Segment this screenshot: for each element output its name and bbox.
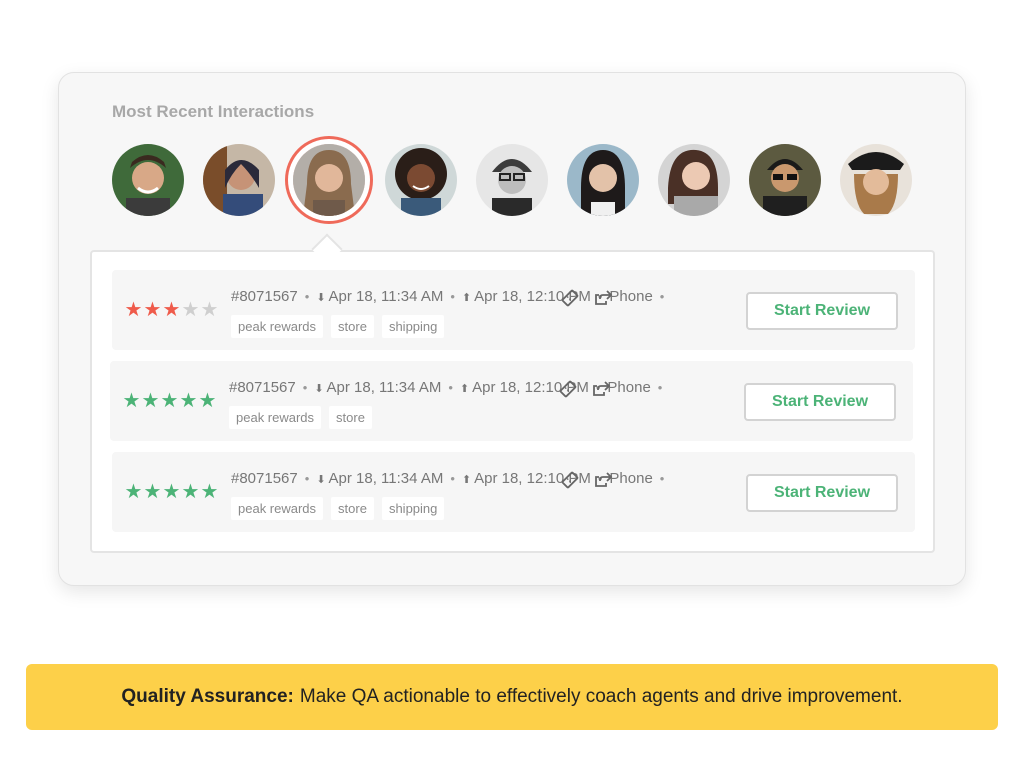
star-icon: ★ <box>124 481 143 503</box>
star-icon: ★ <box>181 481 200 503</box>
separator-dot: • <box>659 289 665 304</box>
interaction-row[interactable]: ★★★★★ #8071567 • ⬇ Apr 18, 11:34 AM • ⬆ Apr 18,… <box>112 270 915 350</box>
share-icon[interactable] <box>593 470 613 490</box>
star-icon: ★ <box>181 299 200 321</box>
tag[interactable]: shipping <box>381 315 445 338</box>
row-actions <box>560 288 620 308</box>
arrow-down-icon: ⬇ <box>316 474 326 486</box>
ticket-icon[interactable] <box>558 379 578 399</box>
star-rating: ★★★★★ <box>124 482 219 502</box>
avatar[interactable] <box>385 144 457 216</box>
banner: Quality Assurance: Make QA actionable to… <box>26 664 998 730</box>
interaction-id: #8071567 <box>231 470 298 487</box>
tag-list: peak rewards store shipping <box>231 497 452 520</box>
row-actions <box>558 379 618 399</box>
avatar[interactable] <box>203 144 275 216</box>
star-icon: ★ <box>122 390 141 412</box>
star-icon: ★ <box>162 299 181 321</box>
avatar[interactable] <box>476 144 548 216</box>
tag-list: peak rewards store shipping <box>231 315 452 338</box>
start-review-button[interactable]: Start Review <box>746 474 898 512</box>
row-actions <box>560 470 620 490</box>
avatar[interactable] <box>658 144 730 216</box>
share-icon[interactable] <box>593 288 613 308</box>
separator-dot: • <box>657 380 663 395</box>
separator-dot: • <box>448 380 453 395</box>
tag[interactable]: shipping <box>381 497 445 520</box>
start-review-button[interactable]: Start Review <box>744 383 896 421</box>
arrow-up-icon: ⬆ <box>461 292 472 304</box>
received-time: Apr 18, 11:34 AM <box>326 379 442 396</box>
separator-dot: • <box>302 380 308 395</box>
avatar-selected[interactable] <box>293 144 365 216</box>
share-icon[interactable] <box>591 379 611 399</box>
star-icon: ★ <box>200 299 219 321</box>
tag[interactable]: peak rewards <box>231 315 324 338</box>
banner-title: Quality Assurance: <box>121 686 294 707</box>
arrow-down-icon: ⬇ <box>316 292 326 304</box>
tag[interactable]: store <box>331 497 374 520</box>
tag-list: peak rewards store <box>229 406 380 429</box>
tag[interactable]: peak rewards <box>229 406 322 429</box>
star-icon: ★ <box>141 390 160 412</box>
separator-dot: • <box>304 471 310 486</box>
star-icon: ★ <box>124 299 143 321</box>
ticket-icon[interactable] <box>560 470 580 490</box>
arrow-up-icon: ⬆ <box>461 474 472 486</box>
section-title: Most Recent Interactions <box>112 102 315 121</box>
banner-text: Make QA actionable to effectively coach … <box>299 686 903 707</box>
star-icon: ★ <box>200 481 219 503</box>
ticket-icon[interactable] <box>560 288 580 308</box>
interaction-row[interactable]: ★★★★★ #8071567 • ⬇ Apr 18, 11:34 AM • ⬆ Apr 18,… <box>112 452 915 532</box>
star-icon: ★ <box>160 390 179 412</box>
avatar[interactable] <box>749 144 821 216</box>
star-rating: ★★★★★ <box>122 391 217 411</box>
tag[interactable]: peak rewards <box>231 497 324 520</box>
start-review-button[interactable]: Start Review <box>746 292 898 330</box>
star-icon: ★ <box>143 299 162 321</box>
separator-dot: • <box>450 289 455 304</box>
separator-dot: • <box>304 289 310 304</box>
star-icon: ★ <box>198 390 217 412</box>
arrow-up-icon: ⬆ <box>459 383 470 395</box>
received-time: Apr 18, 11:34 AM <box>328 288 444 305</box>
arrow-down-icon: ⬇ <box>314 383 324 395</box>
separator-dot: • <box>659 471 665 486</box>
received-time: Apr 18, 11:34 AM <box>328 470 444 487</box>
interaction-id: #8071567 <box>229 379 296 396</box>
star-icon: ★ <box>143 481 162 503</box>
avatar[interactable] <box>840 144 912 216</box>
star-rating: ★★★★★ <box>124 300 219 320</box>
tag[interactable]: store <box>331 315 374 338</box>
avatar[interactable] <box>112 144 184 216</box>
star-icon: ★ <box>162 481 181 503</box>
interaction-id: #8071567 <box>231 288 298 305</box>
tag[interactable]: store <box>329 406 372 429</box>
star-icon: ★ <box>179 390 198 412</box>
avatar[interactable] <box>567 144 639 216</box>
separator-dot: • <box>450 471 455 486</box>
interaction-row[interactable]: ★★★★★ #8071567 • ⬇ Apr 18, 11:34 AM • ⬆ Apr 18,… <box>110 361 913 441</box>
